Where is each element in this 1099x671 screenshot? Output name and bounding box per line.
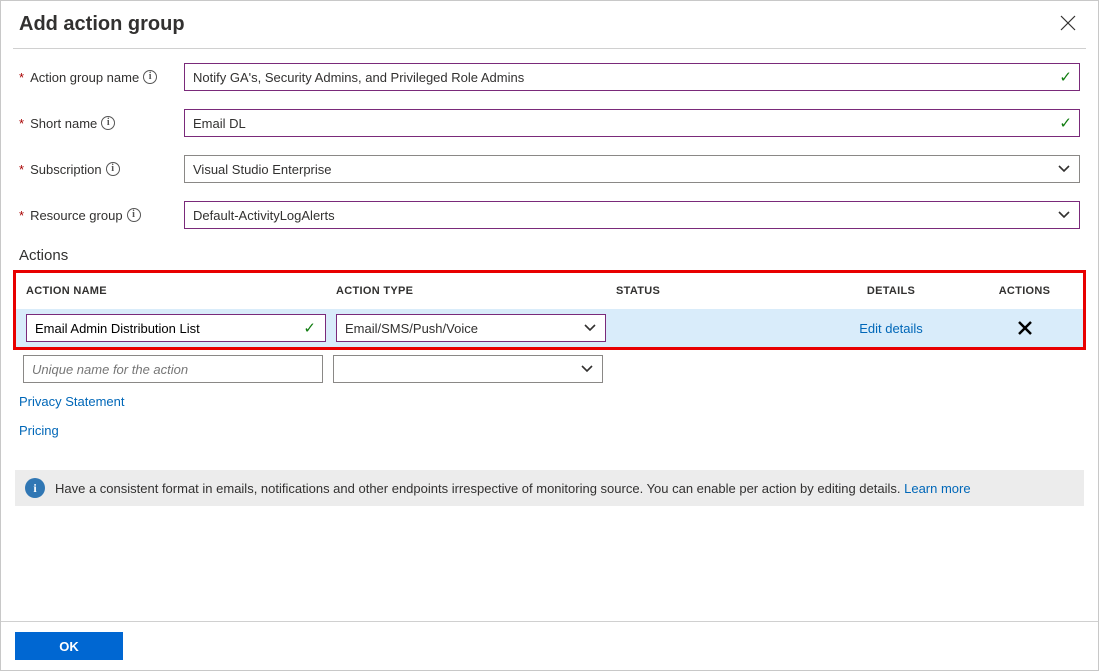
learn-more-link[interactable]: Learn more — [904, 481, 970, 496]
col-details: DETAILS — [806, 285, 976, 297]
action-type-select[interactable]: Email/SMS/Push/Voice — [336, 314, 606, 342]
action-row-blank — [13, 350, 1086, 388]
subscription-select[interactable]: Visual Studio Enterprise — [184, 155, 1080, 183]
short-name-input[interactable] — [184, 109, 1080, 137]
required-marker: * — [19, 70, 24, 85]
col-action-name: ACTION NAME — [26, 285, 336, 297]
divider — [13, 48, 1086, 49]
info-icon[interactable]: i — [127, 208, 141, 222]
privacy-statement-link[interactable]: Privacy Statement — [19, 394, 125, 409]
new-action-name-input[interactable] — [23, 355, 323, 383]
required-marker: * — [19, 116, 24, 131]
subscription-label: Subscription — [30, 162, 102, 177]
required-marker: * — [19, 208, 24, 223]
info-bar-text: Have a consistent format in emails, noti… — [55, 481, 904, 496]
col-action-type: ACTION TYPE — [336, 285, 616, 297]
col-status: STATUS — [616, 285, 806, 297]
actions-highlight-box: ACTION NAME ACTION TYPE STATUS DETAILS A… — [13, 270, 1086, 350]
ok-button[interactable]: OK — [15, 632, 123, 660]
resource-group-value: Default-ActivityLogAlerts — [193, 208, 335, 223]
pricing-link[interactable]: Pricing — [19, 423, 59, 438]
required-marker: * — [19, 162, 24, 177]
actions-section-title: Actions — [1, 247, 1098, 264]
info-icon: i — [25, 478, 45, 498]
close-button[interactable] — [1056, 13, 1080, 36]
delete-action-button[interactable] — [1018, 321, 1032, 335]
edit-details-link[interactable]: Edit details — [859, 321, 923, 336]
page-title: Add action group — [19, 13, 185, 36]
action-type-value: Email/SMS/Push/Voice — [345, 321, 478, 336]
action-row: ✓ Email/SMS/Push/Voice — [16, 309, 1083, 347]
x-icon — [1018, 321, 1032, 335]
info-bar: i Have a consistent format in emails, no… — [15, 470, 1084, 506]
new-action-type-select[interactable] — [333, 355, 603, 383]
action-group-name-label: Action group name — [30, 70, 139, 85]
action-name-input[interactable] — [26, 314, 326, 342]
info-icon[interactable]: i — [106, 162, 120, 176]
short-name-label: Short name — [30, 116, 97, 131]
info-icon[interactable]: i — [101, 116, 115, 130]
info-icon[interactable]: i — [143, 70, 157, 84]
resource-group-select[interactable]: Default-ActivityLogAlerts — [184, 201, 1080, 229]
action-group-name-input[interactable] — [184, 63, 1080, 91]
subscription-value: Visual Studio Enterprise — [193, 162, 332, 177]
col-actions: ACTIONS — [976, 285, 1073, 297]
close-icon — [1060, 15, 1076, 31]
resource-group-label: Resource group — [30, 208, 123, 223]
actions-table-header: ACTION NAME ACTION TYPE STATUS DETAILS A… — [16, 273, 1083, 309]
